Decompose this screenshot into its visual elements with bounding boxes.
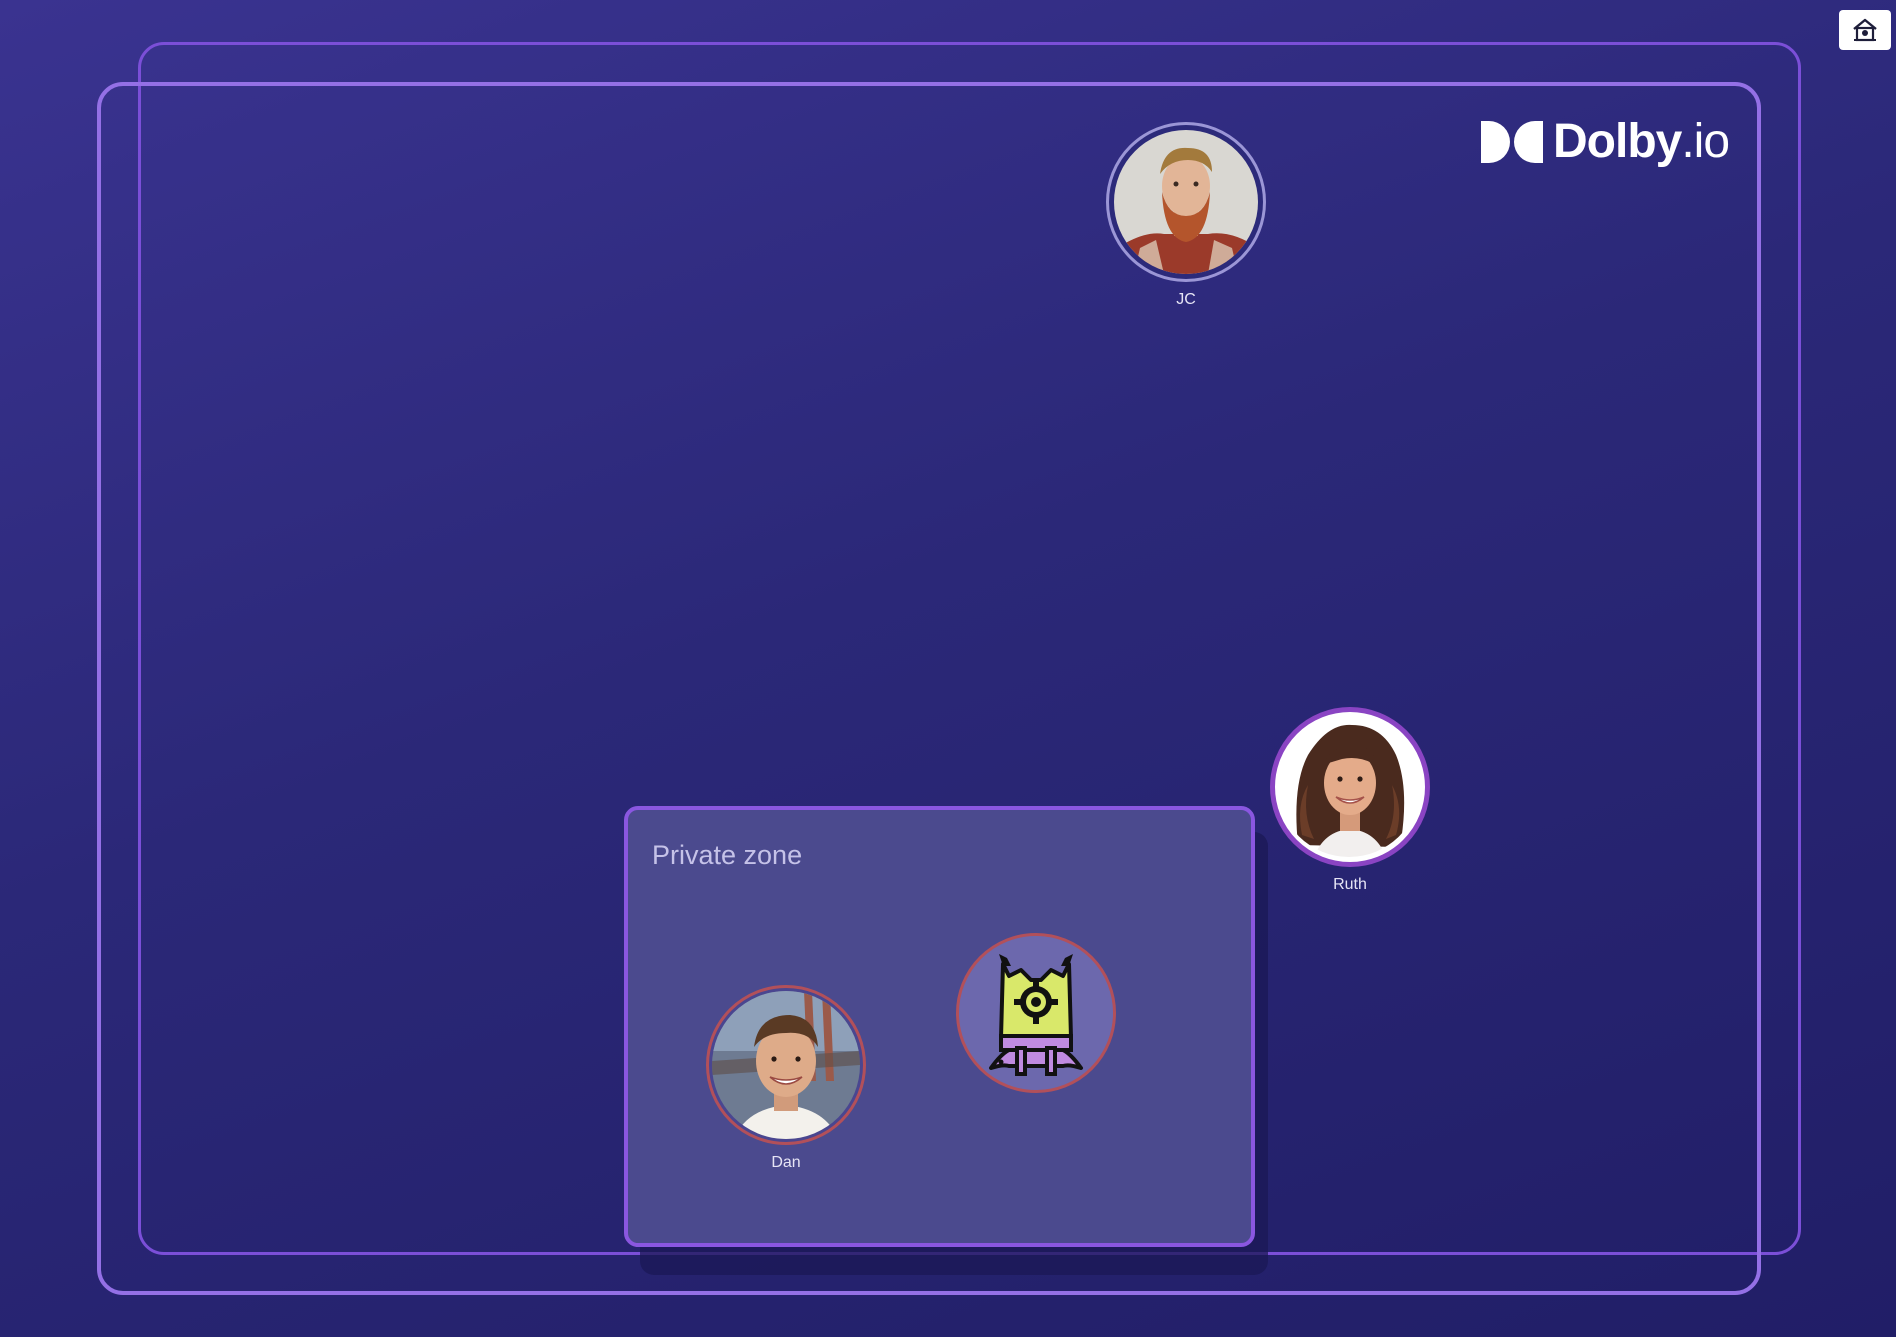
participant-ruth[interactable]: Ruth [1270,707,1430,894]
curly-haired-woman-photo [1278,715,1420,857]
home-icon [1853,18,1877,42]
participant-robot[interactable] [956,933,1116,1093]
dolby-double-d-icon [1481,121,1543,163]
logo-brand: Dolby [1553,115,1682,168]
avatar-jc[interactable] [1106,122,1266,282]
bearded-man-photo [1114,130,1258,274]
participant-name-label: JC [1176,291,1196,308]
avatar-dan[interactable] [706,985,866,1145]
participant-dan[interactable]: Dan [706,985,866,1172]
participant-name-label: Ruth [1333,876,1367,893]
participant-jc[interactable]: JC [1106,122,1266,309]
smiling-man-photo [712,991,860,1139]
home-button[interactable] [1839,10,1891,50]
participant-name-label: Dan [771,1154,801,1171]
logo-wordmark: Dolby.io [1553,115,1730,168]
private-zone-title: Private zone [652,840,803,870]
avatar-robot[interactable] [956,933,1116,1093]
avatar-ruth[interactable] [1270,707,1430,867]
robot-mascot-icon [959,936,1113,1090]
dolby-logo: Dolby.io [1481,114,1730,170]
logo-suffix: .io [1681,115,1730,168]
